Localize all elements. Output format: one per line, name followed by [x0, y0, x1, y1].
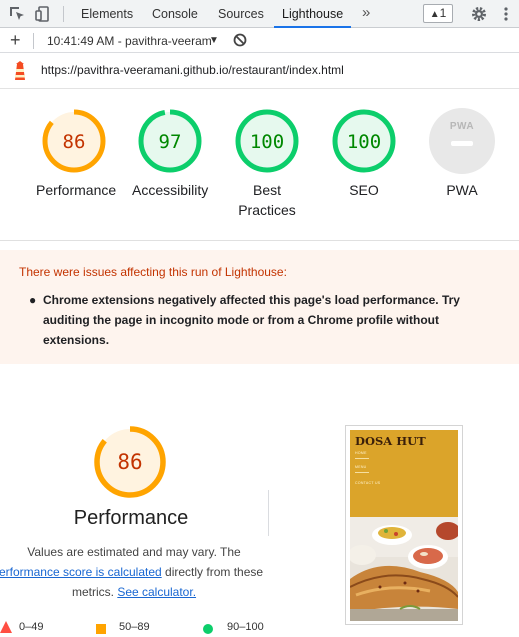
warning-triangle-icon: ▲: [429, 9, 440, 20]
gauge-ring: 100: [235, 109, 299, 173]
square-average-icon: [96, 622, 106, 637]
inspect-element-icon[interactable]: [8, 5, 26, 23]
device-toolbar-icon[interactable]: [35, 5, 53, 23]
score-calculation-link[interactable]: erformance score is calculated: [0, 565, 162, 579]
more-options-vertical-icon[interactable]: [497, 5, 515, 23]
description-text: directly from these: [161, 565, 264, 579]
triangle-fail-icon: [0, 621, 12, 637]
description-text: Values are estimated and may vary. The: [27, 545, 241, 559]
see-calculator-link[interactable]: See calculator.: [117, 585, 196, 599]
tab-lighthouse[interactable]: Lighthouse: [274, 0, 352, 28]
thumbnail-nav-item: CONTACT US: [355, 481, 381, 485]
final-screenshot-thumbnail[interactable]: DOSA HUT HOME MENU CONTACT US: [345, 425, 463, 625]
tab-sources[interactable]: Sources: [216, 0, 266, 28]
legend-range: 50–89: [119, 621, 150, 633]
lighthouse-logo-icon: [12, 61, 30, 80]
performance-detail-gauge: 86: [92, 424, 168, 500]
gauge-ring: 97: [138, 109, 202, 173]
bullet-icon: ●: [29, 293, 37, 307]
performance-section-title: Performance: [73, 507, 189, 529]
gauge-label: Performance: [36, 182, 117, 198]
dosa-food-photo-image: [350, 517, 458, 621]
gauge-ring: 100: [332, 109, 396, 173]
vertical-divider: [268, 490, 269, 536]
gauge-label: Accessibility: [132, 182, 209, 198]
gauge-seo[interactable]: 100 SEO: [326, 108, 402, 200]
gauge-performance[interactable]: 86 Performance: [36, 108, 117, 200]
thumbnail-nav-divider: [355, 472, 369, 473]
audited-url[interactable]: https://pavithra-veeramani.github.io/res…: [41, 53, 344, 87]
report-url-bar: https://pavithra-veeramani.github.io/res…: [0, 53, 519, 89]
legend-range: 0–49: [19, 621, 44, 633]
toolbar-divider: [63, 6, 64, 22]
gauge-label: SEO: [349, 182, 379, 198]
thumbnail-nav-item: HOME: [355, 451, 367, 455]
tab-elements[interactable]: Elements: [79, 0, 135, 28]
gauge-accessibility[interactable]: 97 Accessibility: [132, 108, 208, 200]
gauge-score: 100: [250, 131, 284, 153]
legend-average: 50–89: [96, 618, 166, 636]
gauge-best-practices[interactable]: 100 Best Practices: [229, 108, 305, 220]
report-selector[interactable]: 10:41:49 AM - pavithra-veeram: [47, 29, 212, 53]
run-warnings-box: There were issues affecting this run of …: [0, 250, 519, 364]
pwa-badge-text: PWA: [449, 121, 475, 132]
warning-list: ● Chrome extensions negatively affected …: [29, 290, 483, 350]
warning-item: Chrome extensions negatively affected th…: [43, 293, 460, 347]
gauge-pwa[interactable]: PWA PWA: [427, 108, 497, 200]
devtools-tab-bar: Elements Console Sources Lighthouse » ▲1: [0, 0, 519, 28]
more-tabs-button[interactable]: »: [362, 0, 370, 26]
report-selector-caret-icon[interactable]: ▼: [209, 29, 219, 53]
performance-description: Values are estimated and may vary. The e…: [0, 542, 268, 602]
gauge-label: PWA: [446, 182, 478, 198]
legend-pass: 90–100: [203, 618, 283, 636]
thumbnail-nav-item: MENU: [355, 465, 367, 469]
description-text: metrics.: [71, 585, 118, 599]
performance-detail-ring: 86: [94, 426, 166, 498]
toolbar-divider: [33, 33, 34, 49]
legend-range: 90–100: [227, 621, 264, 633]
gauge-label: Best Practices: [229, 180, 305, 220]
section-divider: [0, 240, 519, 241]
issues-counter-button[interactable]: ▲1: [423, 4, 453, 23]
thumbnail-site-title: DOSA HUT: [355, 434, 426, 448]
gauge-ring: 86: [42, 109, 106, 173]
new-report-button[interactable]: +: [10, 29, 21, 51]
pwa-badge-icon: PWA: [429, 108, 495, 174]
tab-console[interactable]: Console: [150, 0, 200, 28]
gauge-label-line: Best: [252, 182, 281, 198]
issues-count: 1: [439, 6, 447, 20]
gauge-score: 97: [159, 131, 182, 153]
thumbnail-nav-divider: [355, 458, 369, 459]
thumbnail-header: DOSA HUT HOME MENU CONTACT US: [350, 430, 458, 517]
pwa-dash-mark: [451, 141, 473, 146]
gauge-score: 86: [63, 131, 86, 153]
gauge-score: 100: [347, 131, 381, 153]
circle-pass-icon: [203, 622, 213, 637]
warning-title: There were issues affecting this run of …: [19, 265, 287, 279]
clear-reports-block-icon[interactable]: [232, 32, 250, 50]
gauge-label-line: Practices: [238, 202, 296, 218]
gauge-score: 86: [117, 450, 142, 474]
settings-gear-icon[interactable]: [470, 5, 488, 23]
legend-fail: 0–49: [0, 618, 60, 636]
report-toolbar: + 10:41:49 AM - pavithra-veeram ▼: [0, 29, 519, 53]
